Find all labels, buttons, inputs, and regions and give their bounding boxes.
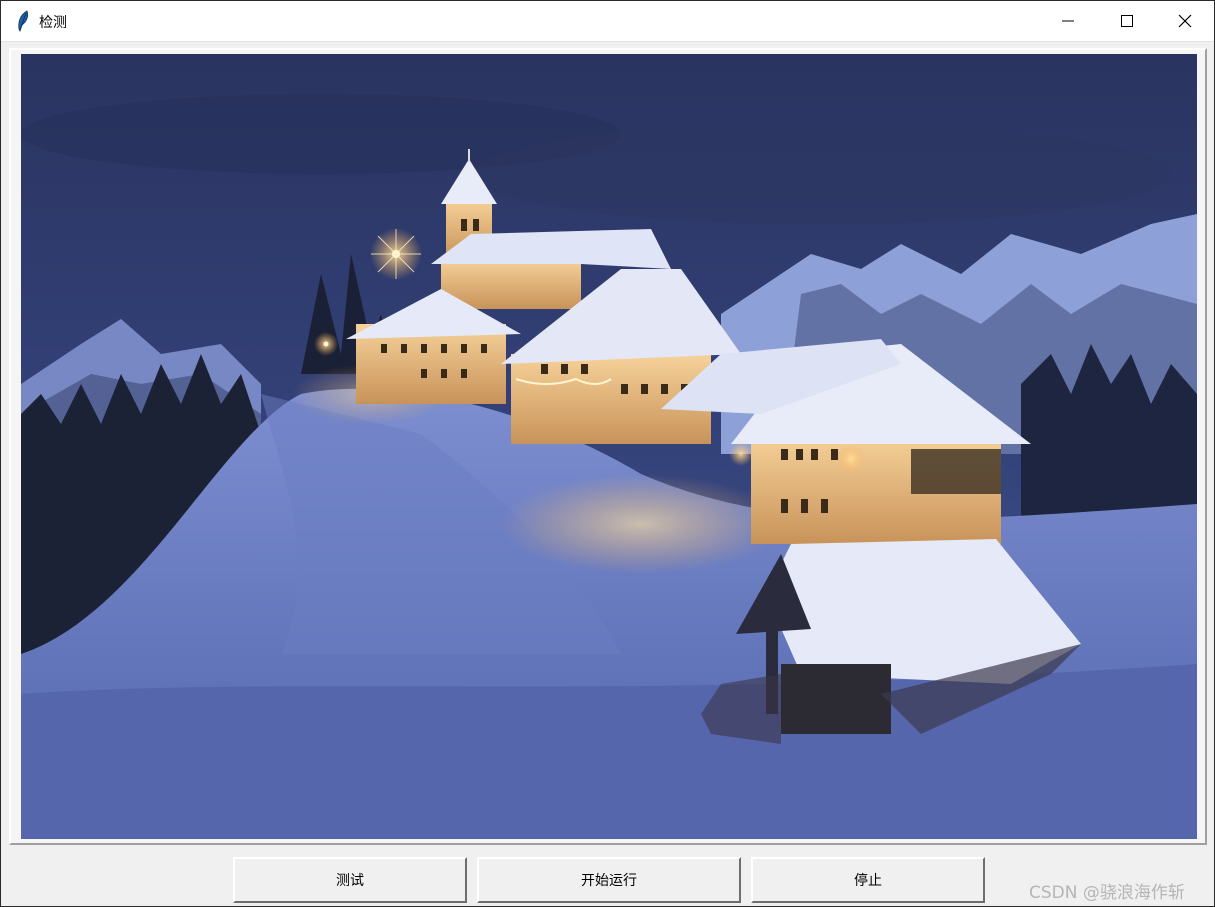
test-button[interactable]: 测试 bbox=[233, 857, 467, 903]
photo-canvas bbox=[21, 54, 1197, 839]
app-window: 检测 测试 开始运行 停止 CSDN @骁浪海作斩 bbox=[0, 0, 1215, 907]
feather-icon bbox=[18, 10, 29, 32]
close-icon bbox=[1178, 14, 1192, 28]
maximize-button[interactable] bbox=[1098, 1, 1156, 41]
close-button[interactable] bbox=[1156, 1, 1214, 41]
maximize-icon bbox=[1121, 15, 1133, 27]
window-title: 检测 bbox=[39, 15, 67, 31]
watermark: CSDN @骁浪海作斩 bbox=[1029, 883, 1185, 903]
village-photo bbox=[21, 54, 1197, 839]
stop-button[interactable]: 停止 bbox=[751, 857, 985, 903]
minimize-button[interactable] bbox=[1039, 1, 1097, 41]
minimize-icon bbox=[1062, 20, 1074, 22]
start-run-button[interactable]: 开始运行 bbox=[477, 857, 741, 903]
title-bar[interactable]: 检测 bbox=[1, 1, 1214, 42]
